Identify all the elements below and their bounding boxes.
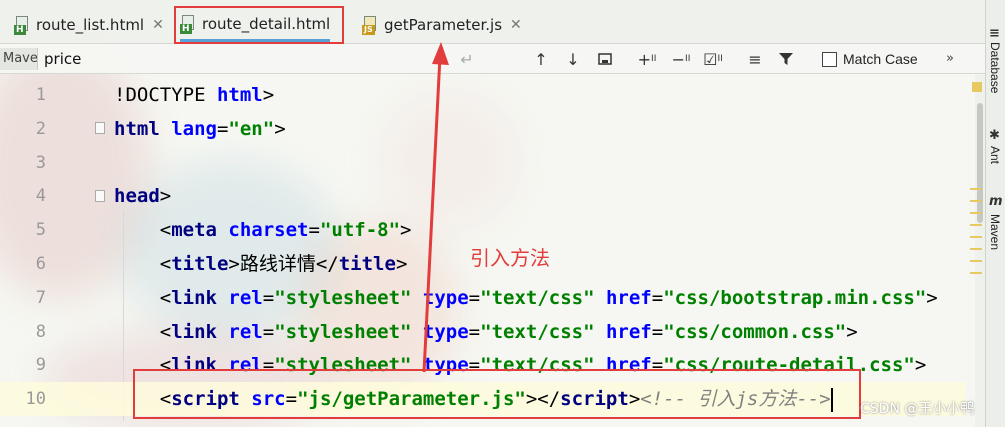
database-tool-label[interactable]: Database [988, 42, 1002, 93]
right-tool-strip: ≡ Database ✱ Ant m Maven [985, 0, 1005, 427]
watermark: CSDN @王小小鸭 [860, 401, 975, 417]
database-icon[interactable]: ≡ [989, 26, 1000, 41]
maven-tool-label[interactable]: Maven [988, 214, 1002, 250]
ant-tool-label[interactable]: Ant [988, 146, 1002, 164]
annotation-label: 引入方法 [470, 246, 550, 270]
maven-icon[interactable]: m [989, 194, 1003, 209]
ant-icon[interactable]: ✱ [989, 128, 1000, 143]
annotation-arrow [422, 42, 449, 373]
